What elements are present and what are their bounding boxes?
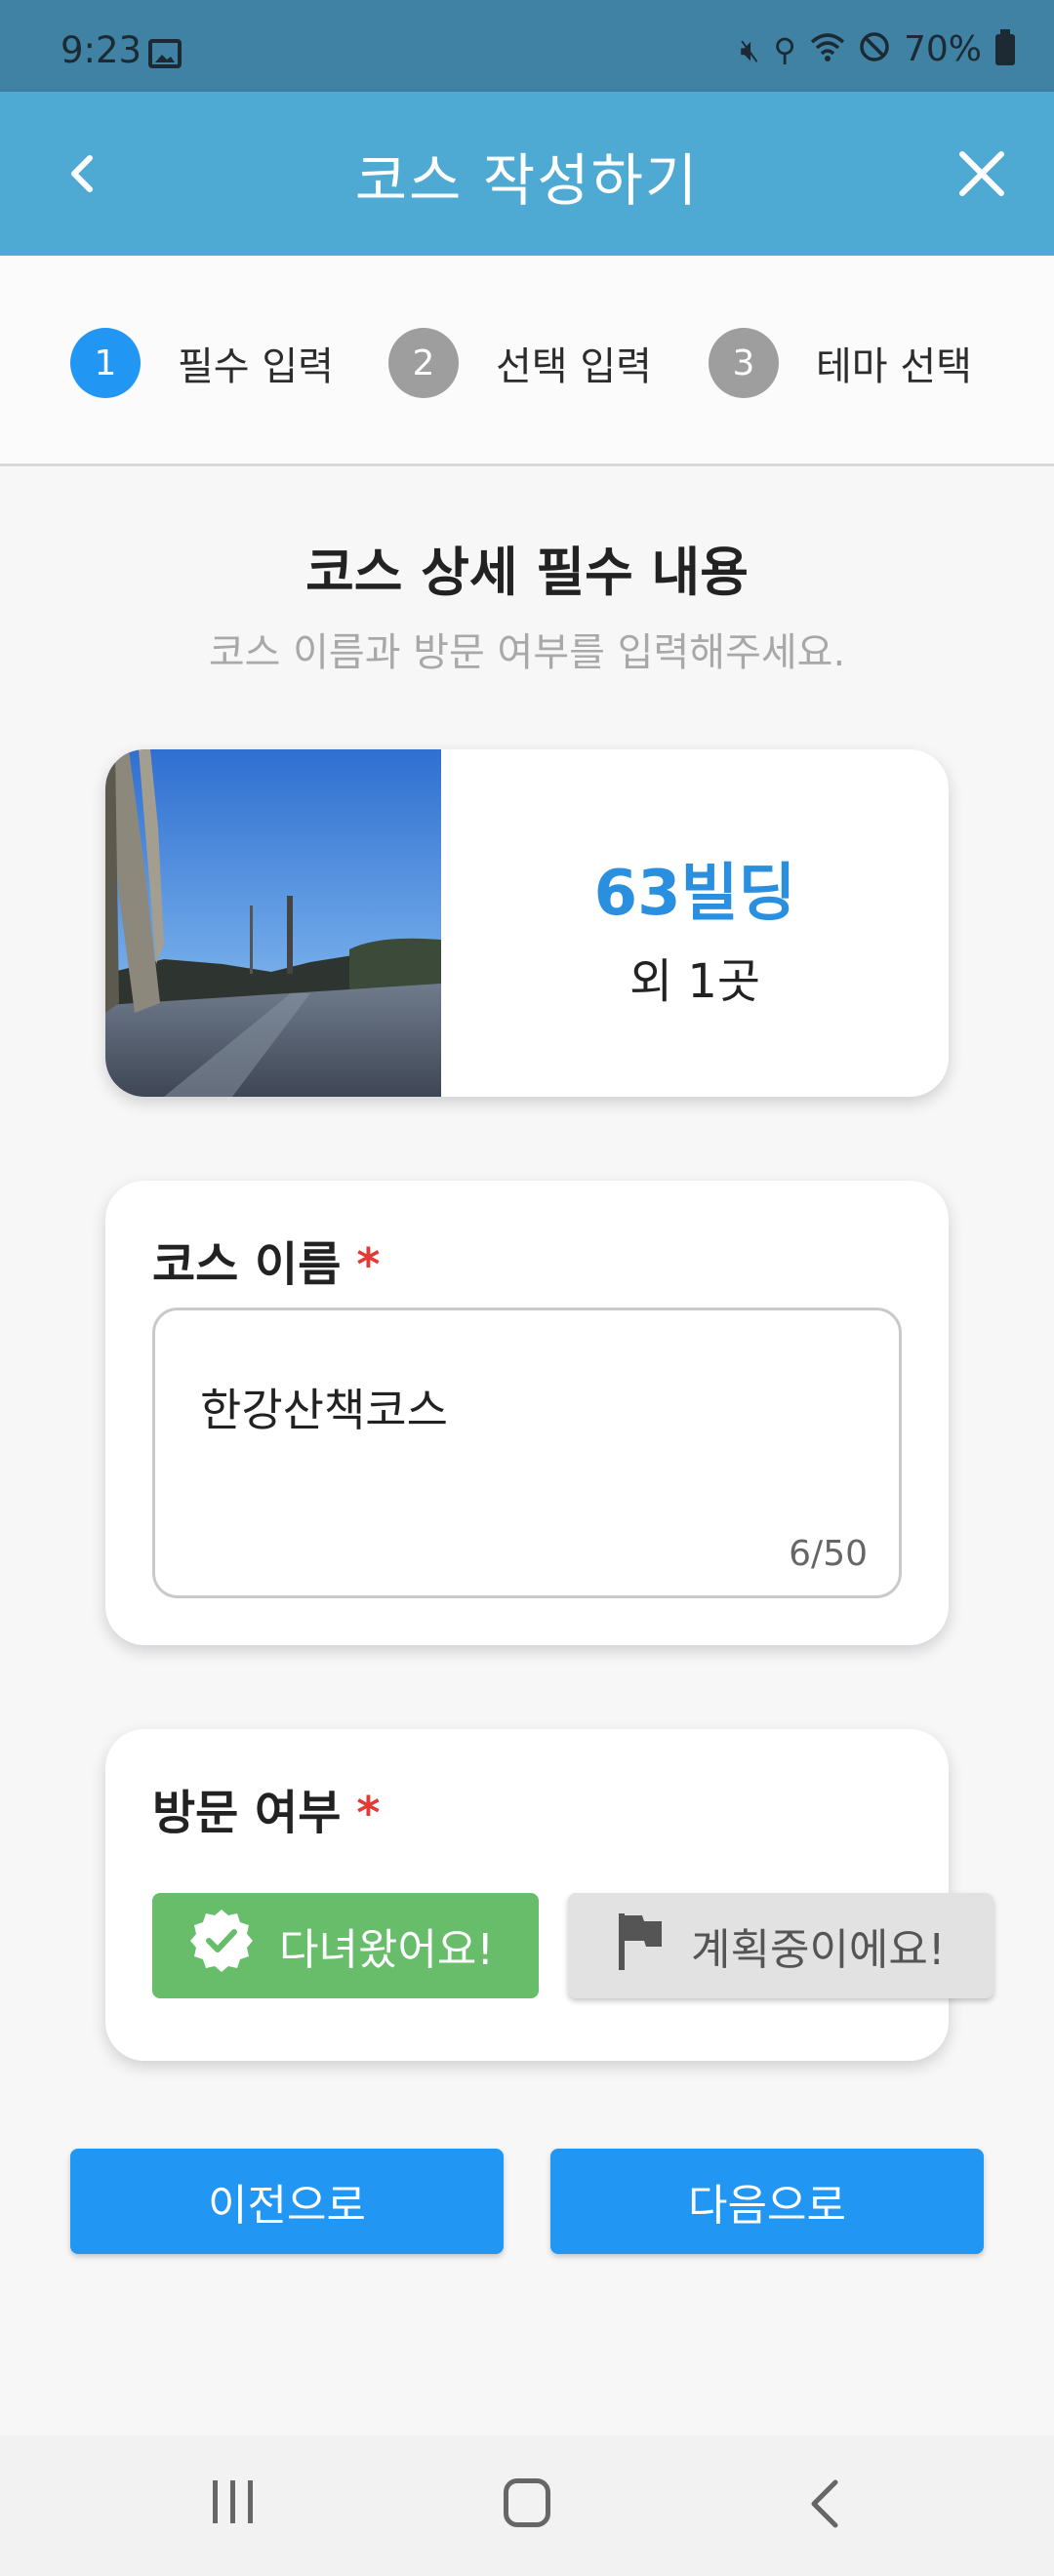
section-title: 코스 상세 필수 내용 bbox=[305, 542, 749, 603]
battery-icon bbox=[995, 28, 1015, 65]
section-subtitle: 코스 이름과 방문 여부를 입력해주세요. bbox=[208, 630, 846, 675]
next-button[interactable]: 다음으로 bbox=[550, 2149, 984, 2254]
course-name-label-text: 코스 이름 bbox=[152, 1237, 342, 1292]
step-number: 3 bbox=[709, 328, 779, 398]
page-title: 코스 작성하기 bbox=[354, 147, 700, 214]
step-label: 선택 입력 bbox=[496, 344, 652, 389]
step-label: 필수 입력 bbox=[178, 344, 334, 389]
planned-label: 계획중이에요! bbox=[691, 1925, 946, 1975]
step-1[interactable]: 1 필수 입력 bbox=[70, 328, 334, 398]
status-time: 9:23 bbox=[61, 29, 142, 71]
planned-button[interactable]: 계획중이에요! bbox=[568, 1893, 993, 1998]
status-icons: 🔇︎ ⚲ 70% bbox=[740, 28, 1015, 69]
course-name-label: 코스 이름 * bbox=[152, 1226, 380, 1294]
home-icon[interactable] bbox=[504, 2478, 550, 2527]
status-bar: 9:23 🔇︎ ⚲ 70% bbox=[0, 0, 1054, 92]
step-2[interactable]: 2 선택 입력 bbox=[388, 328, 652, 398]
image-icon bbox=[148, 39, 182, 68]
course-name-input[interactable]: 한강산책코스 6/50 bbox=[152, 1308, 902, 1598]
close-icon[interactable] bbox=[953, 144, 1011, 203]
place-card[interactable]: 63빌딩 외 1곳 bbox=[105, 749, 949, 1097]
visit-status-label-text: 방문 여부 bbox=[152, 1786, 342, 1840]
required-mark: * bbox=[356, 1238, 381, 1291]
course-name-value: 한강산책코스 bbox=[200, 1384, 448, 1436]
verified-check-icon bbox=[189, 1909, 254, 1984]
visited-label: 다녀왔어요! bbox=[279, 1925, 495, 1975]
back-nav-icon[interactable] bbox=[802, 2478, 849, 2529]
system-nav-bar bbox=[0, 2435, 1054, 2576]
no-disturb-icon bbox=[859, 31, 890, 67]
place-extra-count: 외 1곳 bbox=[628, 954, 761, 1009]
wifi-icon bbox=[810, 32, 845, 66]
step-3[interactable]: 3 테마 선택 bbox=[709, 328, 972, 398]
char-counter: 6/50 bbox=[789, 1534, 868, 1574]
visit-status-card: 방문 여부 * 다녀왔어요! 계획중이에요! bbox=[105, 1729, 993, 2061]
recents-icon[interactable] bbox=[209, 2478, 258, 2525]
step-number: 1 bbox=[70, 328, 141, 398]
visited-button[interactable]: 다녀왔어요! bbox=[152, 1893, 539, 1998]
step-number: 2 bbox=[388, 328, 459, 398]
location-icon: ⚲ bbox=[773, 30, 796, 68]
flag-icon bbox=[613, 1910, 666, 1983]
step-label: 테마 선택 bbox=[816, 344, 972, 389]
visit-status-label: 방문 여부 * bbox=[152, 1774, 380, 1842]
app-bar: 코스 작성하기 bbox=[0, 92, 1054, 256]
battery-percent: 70% bbox=[903, 29, 982, 69]
place-photo bbox=[105, 749, 441, 1097]
mute-icon: 🔇︎ bbox=[740, 30, 760, 68]
place-name: 63빌딩 bbox=[593, 858, 796, 930]
course-name-card: 코스 이름 * 한강산책코스 6/50 bbox=[105, 1181, 949, 1645]
stepper: 1 필수 입력 2 선택 입력 3 테마 선택 bbox=[0, 256, 1054, 466]
prev-button[interactable]: 이전으로 bbox=[70, 2149, 504, 2254]
required-mark: * bbox=[356, 1787, 381, 1839]
